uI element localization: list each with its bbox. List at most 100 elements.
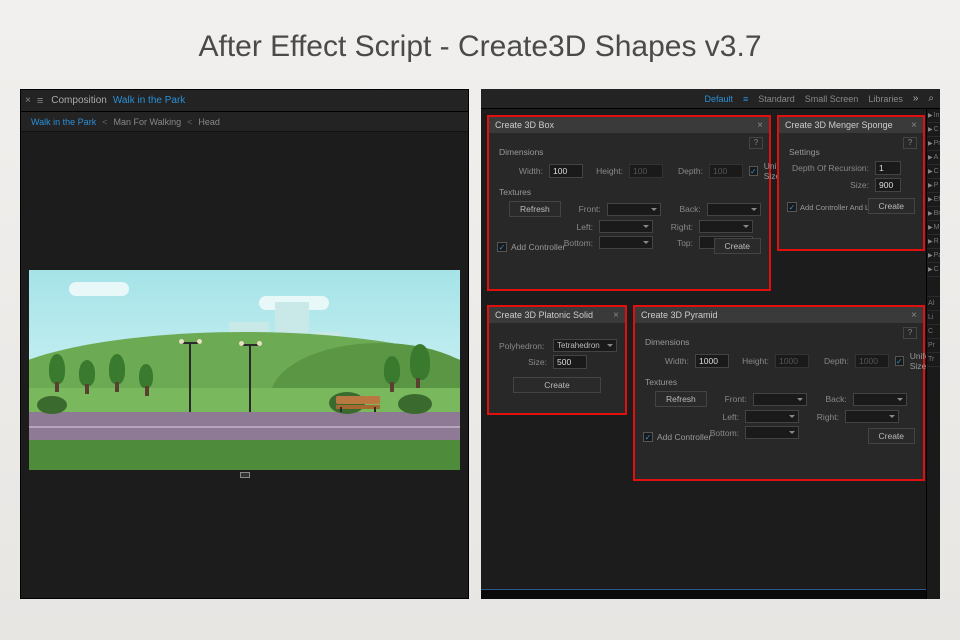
menu-icon[interactable]: ≡ — [743, 94, 748, 104]
panel-menu-icon[interactable]: ≡ — [37, 95, 43, 107]
composition-name[interactable]: Walk in the Park — [113, 95, 185, 106]
left-texture-dropdown[interactable] — [599, 220, 653, 233]
collapsed-panel-item[interactable]: ▶M — [927, 221, 940, 235]
dimensions-section-label: Dimensions — [645, 337, 915, 347]
collapsed-panel-item[interactable]: ▶A — [927, 151, 940, 165]
polyhedron-dropdown[interactable]: Tetrahedron — [553, 339, 617, 352]
width-input[interactable] — [695, 354, 729, 368]
close-tab-icon[interactable]: × — [25, 95, 31, 106]
refresh-button[interactable]: Refresh — [509, 201, 561, 217]
collapsed-panel-item[interactable]: ▶Pr — [927, 137, 940, 151]
ae-right-panel: Default ≡ Standard Small Screen Librarie… — [481, 89, 940, 599]
collapsed-panel-spacer — [927, 277, 940, 297]
add-controller-checkbox[interactable]: ✓ — [643, 432, 653, 442]
create-button[interactable]: Create — [714, 238, 762, 254]
collapsed-panel-item[interactable]: ▶P — [927, 179, 940, 193]
right-label: Right: — [805, 412, 839, 422]
collapsed-panel-item[interactable]: C — [927, 325, 940, 339]
create-button[interactable]: Create — [868, 198, 916, 214]
uniform-size-checkbox[interactable]: ✓ — [749, 166, 758, 176]
scene-bush — [37, 396, 67, 414]
right-texture-dropdown[interactable] — [699, 220, 753, 233]
viewport[interactable] — [29, 270, 460, 470]
width-label: Width: — [509, 166, 543, 176]
create-button[interactable]: Create — [513, 377, 601, 393]
scene-tree — [410, 344, 430, 380]
width-input[interactable] — [549, 164, 583, 178]
refresh-button[interactable]: Refresh — [655, 391, 707, 407]
close-icon[interactable]: × — [613, 310, 619, 321]
help-button[interactable]: ? — [903, 137, 917, 149]
back-texture-dropdown[interactable] — [853, 393, 907, 406]
close-icon[interactable]: × — [911, 310, 917, 321]
front-texture-dropdown[interactable] — [607, 203, 661, 216]
front-texture-dropdown[interactable] — [753, 393, 807, 406]
polyhedron-label: Polyhedron: — [499, 341, 547, 351]
workspace-libraries[interactable]: Libraries — [868, 94, 903, 104]
viewport-resize-handle[interactable] — [240, 472, 250, 478]
timeline-strip[interactable] — [481, 589, 926, 599]
composition-tabbar: × ≡ Composition Walk in the Park — [21, 90, 468, 112]
close-icon[interactable]: × — [757, 120, 763, 131]
help-button[interactable]: ? — [749, 137, 763, 149]
dialog-title: Create 3D Menger Sponge — [785, 120, 893, 130]
collapsed-panel-item[interactable]: ▶Br — [927, 207, 940, 221]
add-controller-label: Add Controller — [511, 242, 565, 252]
collapsed-panel-item[interactable]: ▶Ef — [927, 193, 940, 207]
add-controller-light-checkbox[interactable]: ✓ — [787, 202, 797, 212]
depth-label: Depth: — [815, 356, 849, 366]
front-label: Front: — [713, 394, 747, 404]
collapsed-panel-item[interactable]: ▶C — [927, 165, 940, 179]
workspace-default[interactable]: Default — [704, 94, 733, 104]
back-label: Back: — [813, 394, 847, 404]
height-input — [775, 354, 809, 368]
collapsed-panel-item[interactable]: Al — [927, 297, 940, 311]
collapsed-panel-item[interactable]: ▶Pa — [927, 249, 940, 263]
size-input[interactable] — [875, 178, 901, 192]
collapsed-panel-item[interactable]: ▶C — [927, 123, 940, 137]
size-label: Size: — [791, 180, 869, 190]
collapsed-panel-item[interactable]: ▶In — [927, 109, 940, 123]
left-texture-dropdown[interactable] — [745, 410, 799, 423]
scene-cloud — [69, 282, 129, 296]
collapsed-panel-item[interactable]: Tr — [927, 353, 940, 367]
right-label: Right: — [659, 222, 693, 232]
scene-tree — [384, 356, 400, 384]
uniform-size-checkbox[interactable]: ✓ — [895, 356, 904, 366]
create-button[interactable]: Create — [868, 428, 916, 444]
chevron-right-icon[interactable]: » — [913, 93, 919, 104]
bottom-texture-dropdown[interactable] — [599, 236, 653, 249]
collapsed-panel-item[interactable]: Li — [927, 311, 940, 325]
scene-lamp — [189, 342, 191, 412]
size-input[interactable] — [553, 355, 587, 369]
height-input — [629, 164, 663, 178]
scene-tree — [109, 354, 125, 384]
workspace-small-screen[interactable]: Small Screen — [805, 94, 859, 104]
workspace-standard[interactable]: Standard — [758, 94, 795, 104]
back-texture-dropdown[interactable] — [707, 203, 761, 216]
search-icon[interactable]: ⌕ — [928, 93, 934, 104]
right-texture-dropdown[interactable] — [845, 410, 899, 423]
dimensions-section-label: Dimensions — [499, 147, 761, 157]
create-3d-box-dialog: Create 3D Box × ? Dimensions Width: Heig… — [487, 115, 771, 291]
recursion-depth-input[interactable] — [875, 161, 901, 175]
textures-section-label: Textures — [499, 187, 761, 197]
help-button[interactable]: ? — [903, 327, 917, 339]
close-icon[interactable]: × — [911, 120, 917, 131]
scene-path-line — [29, 426, 460, 428]
height-label: Height: — [589, 166, 623, 176]
create-3d-menger-sponge-dialog: Create 3D Menger Sponge × ? Settings Dep… — [777, 115, 925, 251]
add-controller-checkbox[interactable]: ✓ — [497, 242, 507, 252]
recursion-depth-label: Depth Of Recursion: — [791, 163, 869, 173]
depth-input — [709, 164, 743, 178]
bottom-texture-dropdown[interactable] — [745, 426, 799, 439]
textures-section-label: Textures — [645, 377, 915, 387]
breadcrumb-item[interactable]: Walk in the Park — [31, 117, 96, 127]
collapsed-panel-item[interactable]: ▶C — [927, 263, 940, 277]
composition-tab-label: Composition — [51, 95, 107, 106]
page-title: After Effect Script - Create3D Shapes v3… — [0, 0, 960, 89]
breadcrumb-item[interactable]: Man For Walking — [113, 117, 181, 127]
collapsed-panel-item[interactable]: ▶R — [927, 235, 940, 249]
collapsed-panel-item[interactable]: Pr — [927, 339, 940, 353]
breadcrumb-item[interactable]: Head — [198, 117, 220, 127]
